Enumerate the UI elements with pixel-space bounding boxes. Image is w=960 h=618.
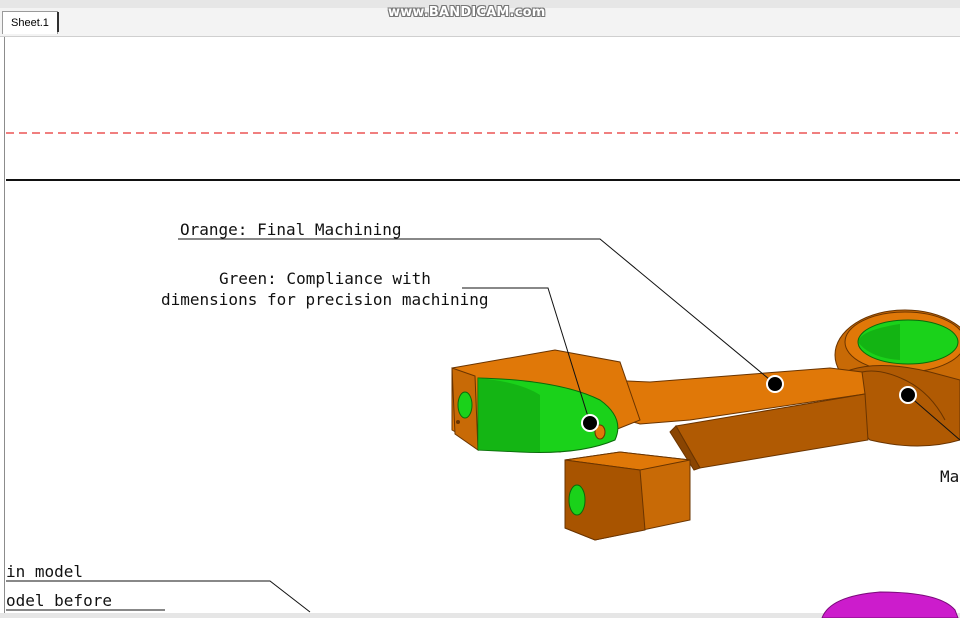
magenta-part <box>821 591 959 618</box>
bolt-hole-left-small <box>456 420 460 424</box>
annotation-orange[interactable]: Orange: Final Machining <box>180 220 402 239</box>
drawing-canvas <box>6 132 960 618</box>
orange-leader <box>178 238 776 385</box>
annotation-green-line2[interactable]: dimensions for precision machining <box>161 290 489 309</box>
annotation-green-line1[interactable]: Green: Compliance with <box>219 269 431 288</box>
annotation-right-partial[interactable]: Ma <box>940 467 959 486</box>
annotation-left-partial-2[interactable]: odel before <box>6 591 112 610</box>
bolt-hole-front <box>568 484 586 516</box>
right-leader-dot[interactable] <box>899 386 917 404</box>
annotation-left-partial-1[interactable]: in model <box>6 562 83 581</box>
connecting-rod-model[interactable] <box>451 309 960 618</box>
bolt-hole-left <box>457 391 473 419</box>
green-leader-dot[interactable] <box>581 414 599 432</box>
orange-leader-dot[interactable] <box>766 375 784 393</box>
